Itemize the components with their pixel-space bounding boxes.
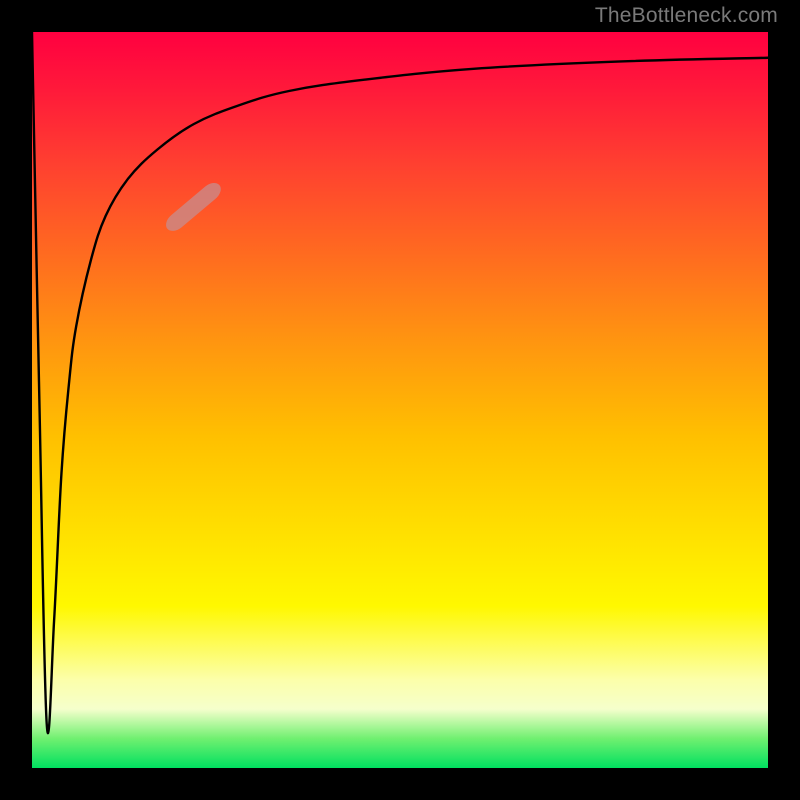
chart-svg: [32, 32, 768, 768]
chart-container: TheBottleneck.com: [0, 0, 800, 800]
annotation-marker: [162, 179, 224, 235]
watermark-text: TheBottleneck.com: [595, 4, 778, 28]
bottleneck-curve: [32, 32, 768, 733]
marker-oblong: [162, 179, 224, 235]
chart-plot-area: [32, 32, 768, 768]
